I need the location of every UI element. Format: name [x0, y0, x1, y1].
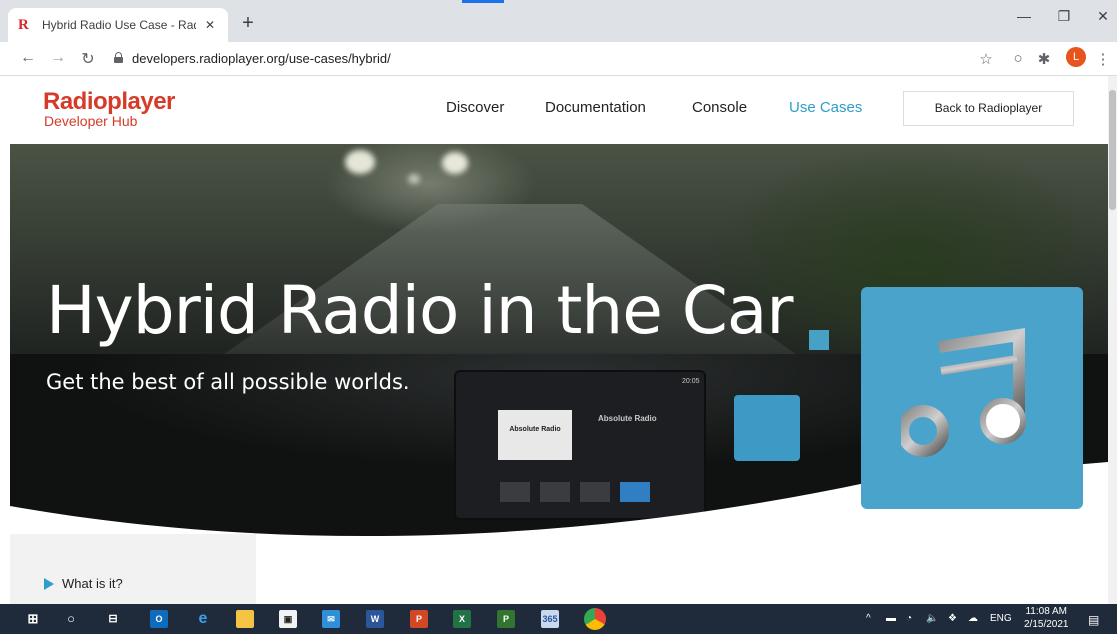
- dropbox-icon[interactable]: ❖: [948, 613, 957, 624]
- cloud-icon[interactable]: ☁: [968, 613, 978, 624]
- loading-indicator: [462, 0, 504, 3]
- browser-tab[interactable]: R Hybrid Radio Use Case - Radiopl ✕: [8, 8, 228, 42]
- music-note-tile: [861, 287, 1083, 509]
- bookmark-star-icon[interactable]: ☆: [976, 50, 996, 68]
- tray-chevron-icon[interactable]: ^: [866, 613, 871, 624]
- back-to-radioplayer-button[interactable]: Back to Radioplayer: [903, 91, 1074, 126]
- tab-title: Hybrid Radio Use Case - Radiopl: [42, 18, 196, 32]
- radioplayer-favicon-icon: R: [18, 17, 29, 33]
- notifications-icon[interactable]: ▤: [1088, 613, 1099, 627]
- chrome-icon[interactable]: [584, 608, 606, 630]
- url-input[interactable]: developers.radioplayer.org/use-cases/hyb…: [132, 51, 391, 66]
- reload-icon[interactable]: ↻: [78, 49, 98, 69]
- minimize-button[interactable]: —: [1004, 8, 1044, 24]
- close-tab-icon[interactable]: ✕: [202, 18, 218, 32]
- project-icon[interactable]: P: [497, 610, 515, 628]
- close-window-button[interactable]: ✕: [1083, 8, 1117, 25]
- hero-title: Hybrid Radio in the Car: [46, 272, 793, 349]
- extensions-puzzle-icon[interactable]: ✱: [1034, 50, 1054, 68]
- new-tab-button[interactable]: +: [236, 12, 260, 36]
- powerpoint-icon[interactable]: P: [410, 610, 428, 628]
- calendar-app-icon[interactable]: 365: [541, 610, 559, 628]
- music-note-icon: [901, 328, 1026, 457]
- windows-taskbar: ⊞ ○ ⊟ O e ▣ ✉ W P X P 365 ^ ▬ ◔ 🔈 ❖ ☁ EN…: [0, 604, 1117, 634]
- back-arrow-icon[interactable]: ←: [18, 49, 38, 67]
- mail-icon[interactable]: ✉: [322, 610, 340, 628]
- accordion-what-is-it[interactable]: What is it?: [44, 576, 123, 591]
- language-indicator[interactable]: ENG: [990, 613, 1012, 624]
- browser-toolbar: ← → ↻ developers.radioplayer.org/use-cas…: [0, 42, 1117, 76]
- side-panel: [10, 534, 256, 604]
- task-view-icon[interactable]: ⊟: [104, 610, 122, 628]
- extension-circle-icon[interactable]: ○: [1008, 50, 1028, 67]
- nav-discover[interactable]: Discover: [446, 99, 504, 116]
- volume-icon[interactable]: 🔈: [926, 613, 938, 624]
- accordion-label: What is it?: [62, 576, 123, 591]
- decorative-square: [809, 330, 829, 350]
- file-explorer-icon[interactable]: [236, 610, 254, 628]
- profile-avatar[interactable]: L: [1066, 47, 1086, 67]
- wifi-icon[interactable]: ◔: [906, 613, 912, 624]
- nav-console[interactable]: Console: [692, 99, 747, 116]
- edge-icon[interactable]: e: [194, 610, 212, 628]
- lock-icon[interactable]: [114, 52, 123, 63]
- search-icon[interactable]: ○: [62, 610, 80, 628]
- outlook-icon[interactable]: O: [150, 610, 168, 628]
- store-icon[interactable]: ▣: [279, 610, 297, 628]
- site-logo[interactable]: Radioplayer: [43, 88, 175, 116]
- forward-arrow-icon[interactable]: →: [48, 49, 68, 67]
- caret-right-icon: [44, 577, 54, 590]
- windows-start-icon[interactable]: ⊞: [24, 610, 42, 628]
- site-logo-sub: Developer Hub: [44, 113, 138, 129]
- menu-dots-icon[interactable]: ⋮: [1093, 50, 1113, 68]
- site-header: Radioplayer Developer Hub Discover Docum…: [0, 76, 1108, 144]
- restore-button[interactable]: ❐: [1044, 8, 1084, 25]
- browser-tab-bar: R Hybrid Radio Use Case - Radiopl ✕ + — …: [0, 0, 1117, 42]
- excel-icon[interactable]: X: [453, 610, 471, 628]
- word-icon[interactable]: W: [366, 610, 384, 628]
- hero-subtitle: Get the best of all possible worlds.: [46, 370, 410, 394]
- nav-use-cases[interactable]: Use Cases: [789, 99, 862, 116]
- decorative-square: [734, 395, 800, 461]
- hero-banner: 20:05 Absolute Radio Absolute Radio Hybr…: [10, 144, 1108, 544]
- scrollbar-thumb[interactable]: [1109, 90, 1116, 210]
- nav-documentation[interactable]: Documentation: [545, 99, 646, 116]
- battery-icon[interactable]: ▬: [886, 613, 896, 624]
- taskbar-clock[interactable]: 11:08 AM 2/15/2021: [1024, 605, 1069, 631]
